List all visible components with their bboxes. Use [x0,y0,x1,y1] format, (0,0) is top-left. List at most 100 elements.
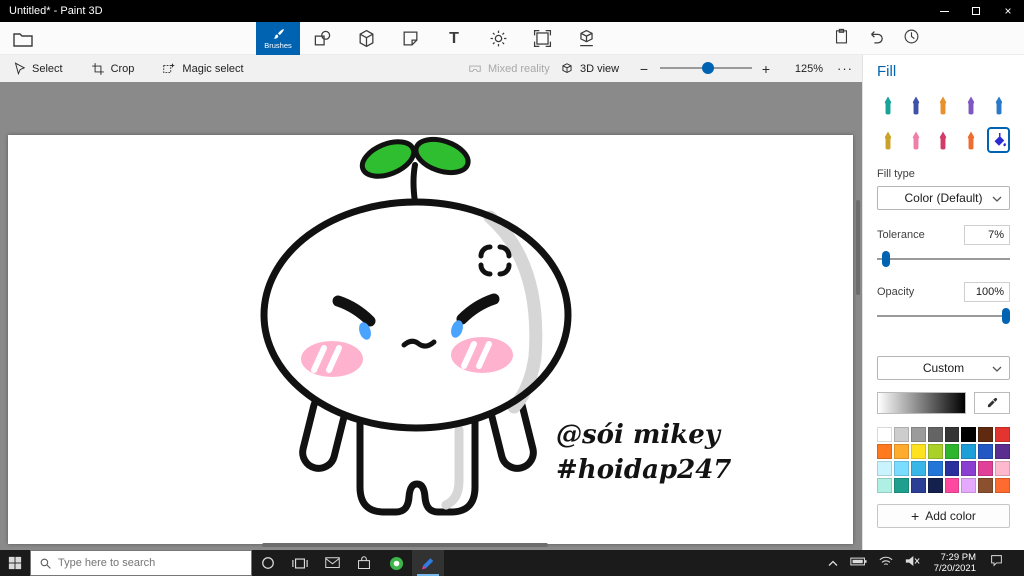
menu-button[interactable] [12,29,34,48]
close-button[interactable]: × [992,0,1024,22]
tool-3d-shapes[interactable] [344,22,388,55]
brush-oil-brush[interactable] [932,92,955,118]
taskbar-search[interactable] [30,550,252,576]
tool-3d-library[interactable] [564,22,608,55]
brush-crayon[interactable] [932,127,955,153]
select-tool[interactable]: Select [12,55,63,82]
color-swatch[interactable] [927,478,943,493]
color-swatch[interactable] [961,427,977,442]
color-swatch[interactable] [944,427,960,442]
task-view-button[interactable] [284,550,316,576]
more-options-button[interactable]: ··· [832,55,858,82]
crop-tool[interactable]: Crop [91,55,134,82]
magic-select-tool[interactable]: Magic select [162,55,244,82]
color-swatch[interactable] [910,444,926,459]
store-app-button[interactable] [348,550,380,576]
brush-marker[interactable] [877,92,900,118]
tolerance-slider-thumb[interactable] [882,251,891,267]
color-swatch[interactable] [877,478,892,493]
zoom-out-button[interactable]: − [634,55,654,82]
custom-dropdown[interactable]: Custom [877,356,1010,380]
color-swatch[interactable] [995,478,1010,493]
zoom-in-button[interactable]: + [756,55,776,82]
color-swatch[interactable] [978,444,994,459]
minimize-button[interactable] [928,0,960,22]
horizontal-scrollbar[interactable] [262,543,548,547]
color-swatch[interactable] [944,461,960,476]
color-swatch[interactable] [995,427,1010,442]
opacity-slider[interactable] [877,308,1010,324]
undo-button[interactable] [868,28,885,50]
color-swatch[interactable] [927,427,943,442]
drawing-canvas[interactable]: @sói mikey #hoidap247 [8,135,853,544]
taskbar-clock[interactable]: 7:29 PM 7/20/2021 [932,552,978,574]
color-swatch[interactable] [877,444,892,459]
tolerance-slider[interactable] [877,251,1010,267]
tolerance-value-field[interactable]: 7% [964,225,1010,245]
brush-pixel-pen[interactable] [987,92,1010,118]
tray-expand-button[interactable] [828,554,838,572]
opacity-slider-thumb[interactable] [1002,308,1010,324]
action-center-button[interactable] [990,554,1003,572]
color-swatch[interactable] [910,461,926,476]
browser-app-button[interactable] [380,550,412,576]
color-swatch[interactable] [893,478,909,493]
mixed-reality-button[interactable]: Mixed reality [468,55,550,82]
tool-brushes[interactable]: Brushes [256,22,300,55]
brush-calligraphy-pen[interactable] [905,92,928,118]
color-swatch[interactable] [961,478,977,493]
tool-effects[interactable] [476,22,520,55]
color-swatch[interactable] [893,427,909,442]
color-swatch[interactable] [944,478,960,493]
color-swatch[interactable] [893,461,909,476]
cortana-button[interactable] [252,550,284,576]
paste-button[interactable] [833,28,850,50]
eyedropper-button[interactable] [974,392,1010,414]
color-swatch[interactable] [995,444,1010,459]
color-swatch[interactable] [944,444,960,459]
mail-app-button[interactable] [316,550,348,576]
color-swatch[interactable] [893,444,909,459]
tool-canvas[interactable] [520,22,564,55]
brush-watercolour[interactable] [960,92,983,118]
tool-text[interactable]: T [432,22,476,55]
color-swatch[interactable] [978,478,994,493]
brush-eraser[interactable] [905,127,928,153]
start-button[interactable] [0,550,30,576]
panel-title: Fill [877,63,897,80]
fill-type-dropdown[interactable]: Color (Default) [877,186,1010,210]
zoom-slider[interactable] [660,55,752,82]
network-status[interactable] [879,554,893,572]
custom-color-gradient[interactable] [877,392,966,414]
color-swatch[interactable] [877,427,892,442]
history-button[interactable] [903,28,920,50]
color-swatch[interactable] [978,461,994,476]
color-swatch[interactable] [927,461,943,476]
zoom-level[interactable]: 125% [786,55,832,82]
tool-stickers[interactable] [388,22,432,55]
brush-pencil[interactable] [877,127,900,153]
color-swatch[interactable] [978,427,994,442]
brush-fill[interactable] [987,127,1010,153]
color-swatch[interactable] [995,461,1010,476]
color-swatch[interactable] [961,444,977,459]
color-swatch[interactable] [927,444,943,459]
paint3d-app-button[interactable] [412,550,444,576]
3d-view-button[interactable]: 3D view [560,55,619,82]
search-input[interactable] [58,557,243,569]
maximize-button[interactable] [960,0,992,22]
color-swatch[interactable] [910,478,926,493]
brush-spray-can[interactable] [960,127,983,153]
volume-status[interactable] [905,554,920,572]
color-swatch[interactable] [961,461,977,476]
color-swatch[interactable] [910,427,926,442]
vertical-scrollbar[interactable] [856,200,860,295]
add-color-button[interactable]: + Add color [877,504,1010,528]
custom-value: Custom [922,361,965,375]
zoom-slider-thumb[interactable] [702,62,714,74]
battery-status[interactable] [850,554,867,572]
color-swatch[interactable] [877,461,892,476]
opacity-value-field[interactable]: 100% [964,282,1010,302]
tool-2d-shapes[interactable] [300,22,344,55]
cursor-icon [14,61,26,75]
